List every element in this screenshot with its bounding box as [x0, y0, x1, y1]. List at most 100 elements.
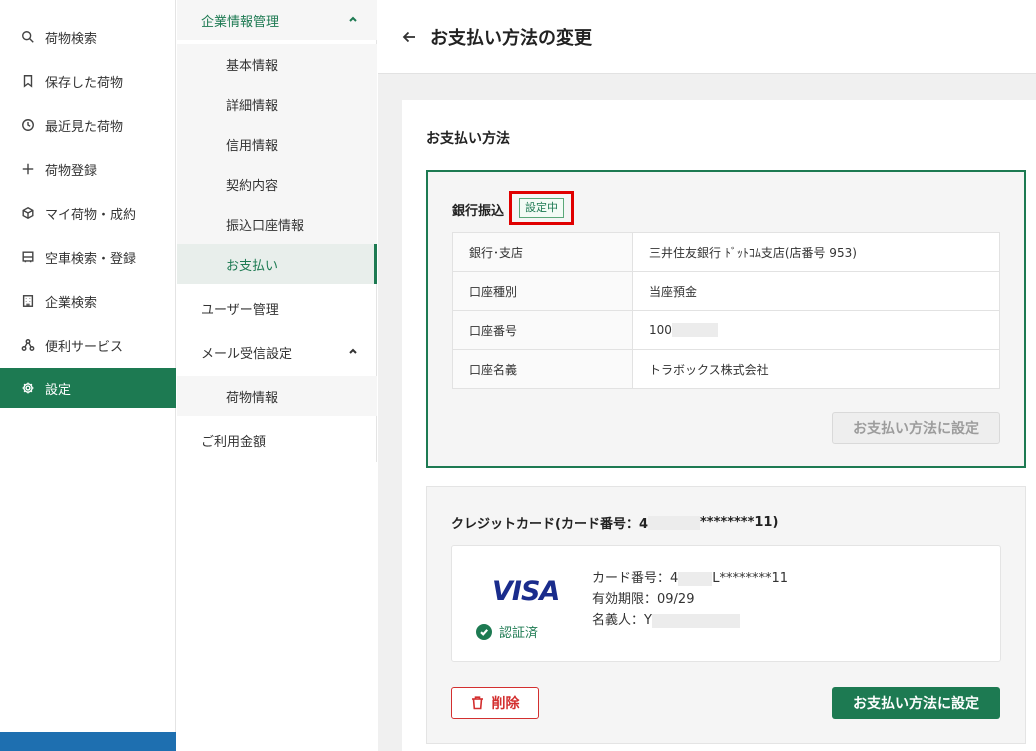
submenu-item-label: 振込口座情報: [226, 218, 305, 234]
nav-label: 荷物検索: [45, 31, 98, 47]
credit-card-card: クレジットカード(カード番号：4 ********11) VISA 認証済 カー…: [426, 486, 1026, 744]
table-key: 銀行･支店: [452, 232, 633, 272]
table-row: 口座名義 トラボックス株式会社: [452, 349, 1000, 389]
table-value: 三井住友銀行 ﾄﾞｯﾄｺﾑ支店(店番号 953): [632, 232, 1000, 272]
submenu-group-mail[interactable]: メール受信設定: [177, 332, 377, 372]
submenu-item-label: 契約内容: [226, 178, 279, 194]
chevron-up-icon: [347, 345, 359, 357]
card-info: カード番号：4 L********11 有効期限：09/29 名義人：Y: [592, 568, 788, 631]
payment-panel: お支払い方法 銀行振込 設定中 銀行･支店 三井住友銀行 ﾄﾞｯﾄｺﾑ支店(店番号…: [402, 100, 1036, 751]
status-badge: 設定中: [519, 198, 564, 218]
card-number-suffix: L********11: [712, 571, 789, 586]
delete-label: 削除: [491, 696, 520, 712]
nav-label: 便利サービス: [45, 339, 124, 355]
redacted-mask: [678, 571, 713, 586]
nav-item-settings[interactable]: 設定: [0, 368, 176, 408]
submenu-item-transfer-account[interactable]: 振込口座情報: [177, 204, 377, 244]
expiry-line: 有効期限：09/29: [592, 592, 695, 607]
submenu-item-credit-info[interactable]: 信用情報: [177, 124, 377, 164]
truck-icon: [20, 249, 36, 265]
nav-item-company-search[interactable]: 企業検索: [0, 281, 176, 321]
submenu-group-company[interactable]: 企業情報管理: [177, 0, 377, 40]
check-circle-icon: [476, 623, 492, 640]
visa-logo: VISA: [492, 576, 560, 607]
nav-label: 最近見た荷物: [45, 119, 124, 135]
nav-label: 設定: [45, 382, 72, 398]
page-header: お支払い方法の変更: [378, 0, 1036, 74]
bookmark-icon: [20, 73, 36, 89]
box-icon: [20, 205, 36, 221]
submenu-item-label: 基本情報: [226, 58, 279, 74]
submenu-item-usage-fee[interactable]: ご利用金額: [177, 420, 377, 460]
verified-status: 認証済: [476, 622, 538, 641]
holder-prefix: 名義人：Y: [592, 613, 652, 628]
table-row: 口座番号 100: [452, 310, 1000, 350]
submenu-item-label: 信用情報: [226, 138, 279, 154]
submenu-item-detail-info[interactable]: 詳細情報: [177, 84, 377, 124]
search-icon: [20, 29, 36, 45]
verified-label: 認証済: [499, 626, 539, 641]
submenu-item-user-management[interactable]: ユーザー管理: [177, 288, 377, 328]
table-key: 口座名義: [452, 349, 633, 389]
highlight-box: 設定中: [509, 191, 574, 225]
credit-heading-prefix: クレジットカード(カード番号：4: [451, 517, 648, 532]
bank-account-table: 銀行･支店 三井住友銀行 ﾄﾞｯﾄｺﾑ支店(店番号 953) 口座種別 当座預金 口…: [452, 232, 1000, 389]
table-value: 100: [632, 310, 1000, 350]
main-content: お支払い方法の変更 お支払い方法 銀行振込 設定中 銀行･支店 三井住友銀行 ﾄﾞ…: [378, 0, 1036, 751]
submenu-item-basic-info[interactable]: 基本情報: [177, 44, 377, 84]
nav-item-truck-search[interactable]: 空車検索・登録: [0, 237, 176, 277]
submenu-item-label: お支払い: [226, 258, 279, 274]
nav-label: 空車検索・登録: [45, 251, 137, 267]
submenu-item-label: 詳細情報: [226, 98, 279, 114]
submenu-group-label: メール受信設定: [201, 346, 293, 362]
plus-icon: [20, 161, 36, 177]
table-value: トラボックス株式会社: [649, 362, 769, 377]
table-key: 口座種別: [452, 271, 633, 311]
section-title: お支払い方法: [426, 131, 510, 147]
nav-label: 保存した荷物: [45, 75, 124, 91]
trash-icon: [471, 696, 483, 710]
bank-transfer-card: 銀行振込 設定中 銀行･支店 三井住友銀行 ﾄﾞｯﾄｺﾑ支店(店番号 953) 口…: [426, 170, 1026, 468]
submenu-item-label: 荷物情報: [226, 390, 279, 406]
settings-submenu: 企業情報管理 基本情報 詳細情報 信用情報 契約内容 振込口座情報 お支払い ユ…: [177, 0, 377, 462]
holder-line: 名義人：Y: [592, 610, 788, 631]
building-icon: [20, 293, 36, 309]
credit-card-detail: VISA 認証済 カード番号：4 L********11 有効期限：09/29 …: [451, 545, 1001, 662]
nav-item-cargo-register[interactable]: 荷物登録: [0, 149, 176, 189]
card-number-prefix: カード番号：4: [592, 571, 679, 586]
nav-footer-bar: [0, 732, 176, 751]
nav-item-services[interactable]: 便利サービス: [0, 325, 176, 365]
back-button[interactable]: [400, 28, 418, 46]
submenu-group-label: 企業情報管理: [201, 14, 280, 30]
table-row: 口座種別 当座預金: [452, 271, 1000, 311]
credit-card-heading: クレジットカード(カード番号：4 ********11): [451, 513, 778, 532]
bank-transfer-heading: 銀行振込: [452, 204, 505, 219]
redacted-mask: [671, 323, 718, 338]
table-row: 銀行･支店 三井住友銀行 ﾄﾞｯﾄｺﾑ支店(店番号 953): [452, 232, 1000, 272]
account-number: 100: [649, 322, 672, 337]
main-nav: 荷物検索 保存した荷物 最近見た荷物 荷物登録 マイ荷物・成約 空車検索・登録 …: [0, 0, 176, 751]
nav-label: 企業検索: [45, 295, 98, 311]
nav-item-recent-cargo[interactable]: 最近見た荷物: [0, 105, 176, 145]
redacted-mask: [648, 515, 700, 530]
card-number-line: カード番号：4 L********11: [592, 568, 788, 589]
submenu-item-label: ご利用金額: [201, 434, 267, 450]
delete-button[interactable]: 削除: [451, 687, 539, 719]
nav-item-cargo-search[interactable]: 荷物検索: [0, 17, 176, 57]
bank-set-payment-button[interactable]: お支払い方法に設定: [832, 412, 1000, 444]
nav-label: 荷物登録: [45, 163, 98, 179]
nav-item-saved-cargo[interactable]: 保存した荷物: [0, 61, 176, 101]
submenu-item-cargo-info[interactable]: 荷物情報: [177, 376, 377, 416]
nav-item-my-cargo[interactable]: マイ荷物・成約: [0, 193, 176, 233]
redacted-mask: [651, 613, 740, 628]
arrow-left-icon: [402, 31, 415, 42]
table-value: 当座預金: [632, 271, 1000, 311]
network-icon: [20, 337, 36, 353]
credit-set-payment-button[interactable]: お支払い方法に設定: [832, 687, 1000, 719]
submenu-item-payment[interactable]: お支払い: [177, 244, 377, 284]
submenu-item-contract[interactable]: 契約内容: [177, 164, 377, 204]
gear-icon: [20, 380, 36, 396]
credit-heading-suffix: ********11): [700, 515, 779, 530]
page-title: お支払い方法の変更: [430, 27, 592, 49]
history-icon: [20, 117, 36, 133]
